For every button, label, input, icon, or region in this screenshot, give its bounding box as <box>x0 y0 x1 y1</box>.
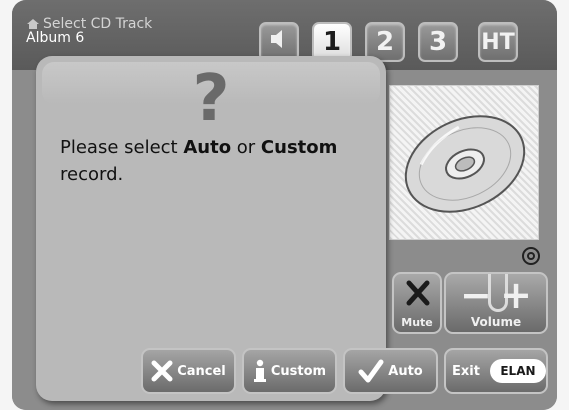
question-icon: ? <box>192 62 230 136</box>
dialog-message: Please select Auto or Custom record. <box>60 137 338 185</box>
custom-button[interactable]: Custom <box>242 348 337 394</box>
cd-icon <box>404 115 526 213</box>
home-icon[interactable] <box>26 18 40 30</box>
zone-ht-button[interactable]: HT <box>478 22 518 62</box>
auto-option-text: Auto <box>183 137 232 158</box>
checkmark-icon <box>358 359 384 383</box>
close-icon <box>151 360 173 382</box>
elan-logo: ELAN <box>489 359 546 383</box>
mute-icon <box>406 280 430 310</box>
volume-up-button[interactable]: + <box>500 276 532 314</box>
auto-button[interactable]: Auto <box>343 348 438 394</box>
speaker-icon <box>269 27 289 57</box>
custom-option-text: Custom <box>260 137 338 158</box>
info-icon <box>253 359 267 383</box>
cancel-button[interactable]: Cancel <box>141 348 236 394</box>
title-block: Select CD Track Album 6 <box>26 16 152 46</box>
cd-source-icon <box>521 246 541 266</box>
volume-control[interactable]: − + Volume <box>444 272 548 334</box>
album-art <box>389 85 539 240</box>
mute-button[interactable]: Mute <box>392 272 442 334</box>
touch-panel-screen: Select CD Track Album 6 1 2 3 HT ? Pleas… <box>12 0 557 410</box>
exit-button[interactable]: Exit ELAN <box>444 348 548 394</box>
zone-3-button[interactable]: 3 <box>418 22 458 62</box>
album-title: Album 6 <box>26 30 85 46</box>
